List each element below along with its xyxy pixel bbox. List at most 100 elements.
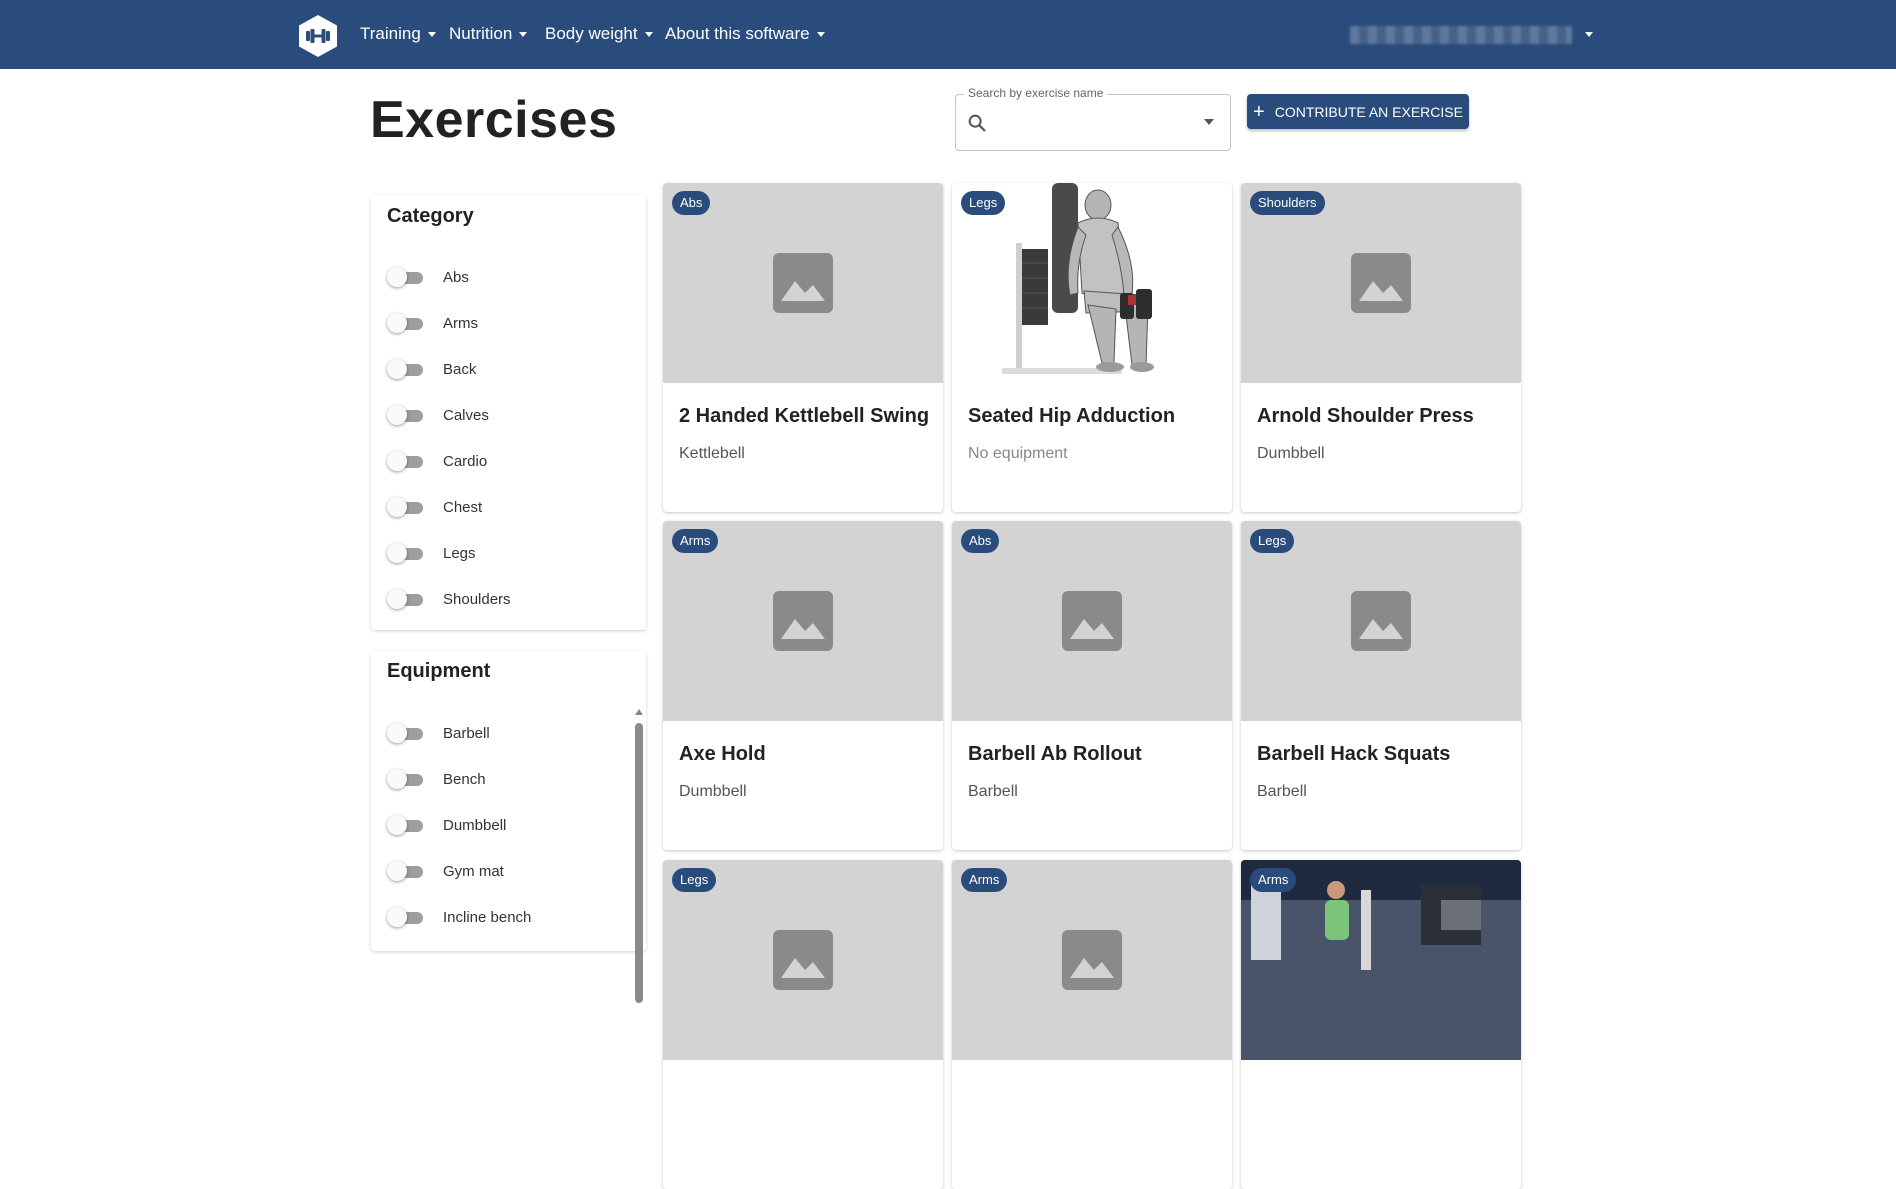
exercise-name: Axe Hold [679, 743, 766, 765]
toggle-label: Barbell [443, 724, 490, 742]
exercise-equipment: No equipment [968, 445, 1068, 462]
toggle-switch[interactable] [387, 769, 425, 789]
exercise-equipment: Dumbbell [679, 783, 747, 800]
toggle-label: Bench [443, 770, 486, 788]
toggle-switch[interactable] [387, 359, 425, 379]
category-badge: Shoulders [1250, 191, 1325, 215]
user-menu-chevron-down-icon[interactable] [1585, 32, 1593, 37]
contribute-button-label: CONTRIBUTE AN EXERCISE [1274, 103, 1463, 120]
equipment-scrollbar[interactable] [635, 709, 643, 1009]
toggle-label: Calves [443, 406, 489, 424]
category-badge: Abs [672, 191, 711, 215]
category-toggle-chest[interactable]: Chest [387, 497, 482, 517]
toggle-label: Arms [443, 314, 478, 332]
image-placeholder-icon [1062, 591, 1122, 651]
exercise-name: Barbell Hack Squats [1257, 743, 1451, 765]
toggle-label: Gym mat [443, 862, 504, 880]
equipment-toggle-bench[interactable]: Bench [387, 769, 486, 789]
exercise-card[interactable]: Legs Barbell Hack Squats Barbell [1241, 521, 1521, 850]
exercise-equipment: Barbell [968, 783, 1018, 800]
nav-about-label: About this software [665, 24, 810, 43]
category-badge: Abs [961, 529, 1000, 553]
exercise-card[interactable]: Abs Barbell Ab Rollout Barbell [952, 521, 1232, 850]
dropdown-arrow-icon[interactable] [1204, 119, 1214, 125]
exercise-equipment: Kettlebell [679, 445, 745, 462]
category-toggle-calves[interactable]: Calves [387, 405, 489, 425]
toggle-label: Legs [443, 544, 476, 562]
nav-nutrition-label: Nutrition [449, 24, 513, 43]
nav-about[interactable]: About this software [665, 24, 825, 44]
scrollbar-thumb[interactable] [635, 723, 643, 1003]
category-badge: Legs [1250, 529, 1295, 553]
category-toggle-abs[interactable]: Abs [387, 267, 469, 287]
equipment-toggle-gym-mat[interactable]: Gym mat [387, 861, 504, 881]
category-badge: Arms [1250, 868, 1297, 892]
category-title: Category [387, 205, 474, 227]
chevron-down-icon [644, 32, 653, 38]
toggle-switch[interactable] [387, 861, 425, 881]
category-badge: Arms [672, 529, 719, 553]
exercise-equipment: Barbell [1257, 783, 1307, 800]
wger-logo-icon[interactable] [298, 14, 338, 58]
chevron-down-icon [519, 32, 528, 38]
exercise-name: Barbell Ab Rollout [968, 743, 1142, 765]
chevron-down-icon [816, 32, 825, 38]
equipment-toggle-barbell[interactable]: Barbell [387, 723, 490, 743]
toggle-label: Back [443, 360, 477, 378]
nav-training[interactable]: Training [360, 24, 436, 44]
exercise-card[interactable]: Abs 2 Handed Kettlebell Swing Kettlebell [663, 183, 943, 512]
toggle-switch[interactable] [387, 451, 425, 471]
toggle-label: Chest [443, 498, 483, 516]
user-menu[interactable] [1350, 26, 1572, 44]
category-toggle-shoulders[interactable]: Shoulders [387, 589, 511, 609]
toggle-switch[interactable] [387, 723, 425, 743]
category-toggle-back[interactable]: Back [387, 359, 476, 379]
equipment-toggle-dumbbell[interactable]: Dumbbell [387, 815, 506, 835]
image-placeholder-icon [773, 930, 833, 990]
toggle-label: Cardio [443, 452, 488, 470]
exercise-card[interactable]: Legs [663, 860, 943, 1189]
plus-icon: + [1253, 100, 1265, 123]
exercise-name: Arnold Shoulder Press [1257, 405, 1474, 427]
exercise-image-placeholder [952, 521, 1232, 721]
equipment-title: Equipment [387, 660, 491, 682]
exercise-card[interactable]: Shoulders Arnold Shoulder Press Dumbbell [1241, 183, 1521, 512]
image-placeholder-icon [1351, 253, 1411, 313]
toggle-switch[interactable] [387, 815, 425, 835]
toggle-label: Shoulders [443, 590, 511, 608]
exercise-name: 2 Handed Kettlebell Swing [679, 405, 930, 427]
category-toggle-legs[interactable]: Legs [387, 543, 476, 563]
contribute-exercise-button[interactable]: + CONTRIBUTE AN EXERCISE [1247, 94, 1469, 129]
exercise-card[interactable]: Arms Axe Hold Dumbbell [663, 521, 943, 850]
category-toggle-arms[interactable]: Arms [387, 313, 478, 333]
toggle-label: Abs [443, 268, 469, 286]
nav-body-weight[interactable]: Body weight [545, 24, 653, 44]
scroll-up-arrow-icon[interactable] [635, 709, 643, 715]
page-title: Exercises [370, 91, 618, 149]
nav-training-label: Training [360, 24, 421, 43]
toggle-switch[interactable] [387, 267, 425, 287]
category-toggle-cardio[interactable]: Cardio [387, 451, 487, 471]
category-filter-panel: Category Abs Arms Back Calves Cardio Che… [371, 195, 646, 630]
toggle-switch[interactable] [387, 543, 425, 563]
exercise-card[interactable]: Arms [1241, 860, 1521, 1189]
toggle-switch[interactable] [387, 405, 425, 425]
category-badge: Legs [672, 868, 717, 892]
toggle-label: Incline bench [443, 908, 532, 926]
category-badge: Legs [961, 191, 1006, 215]
toggle-switch[interactable] [387, 313, 425, 333]
exercise-equipment: Dumbbell [1257, 445, 1325, 462]
exercise-name: Seated Hip Adduction [968, 405, 1176, 427]
toggle-switch[interactable] [387, 907, 425, 927]
equipment-filter-panel: Equipment Barbell Bench Dumbbell Gym mat… [371, 651, 646, 1003]
chevron-down-icon [427, 32, 436, 38]
image-placeholder-icon [1351, 591, 1411, 651]
toggle-switch[interactable] [387, 497, 425, 517]
equipment-toggle-incline-bench[interactable]: Incline bench [387, 907, 531, 927]
exercise-card[interactable]: Arms [952, 860, 1232, 1189]
exercise-search[interactable]: Search by exercise name [955, 86, 1231, 151]
search-input[interactable] [996, 109, 1190, 137]
exercise-card[interactable]: Legs Seated Hip Adduction No equipment [952, 183, 1232, 512]
nav-nutrition[interactable]: Nutrition [449, 24, 528, 44]
toggle-switch[interactable] [387, 589, 425, 609]
